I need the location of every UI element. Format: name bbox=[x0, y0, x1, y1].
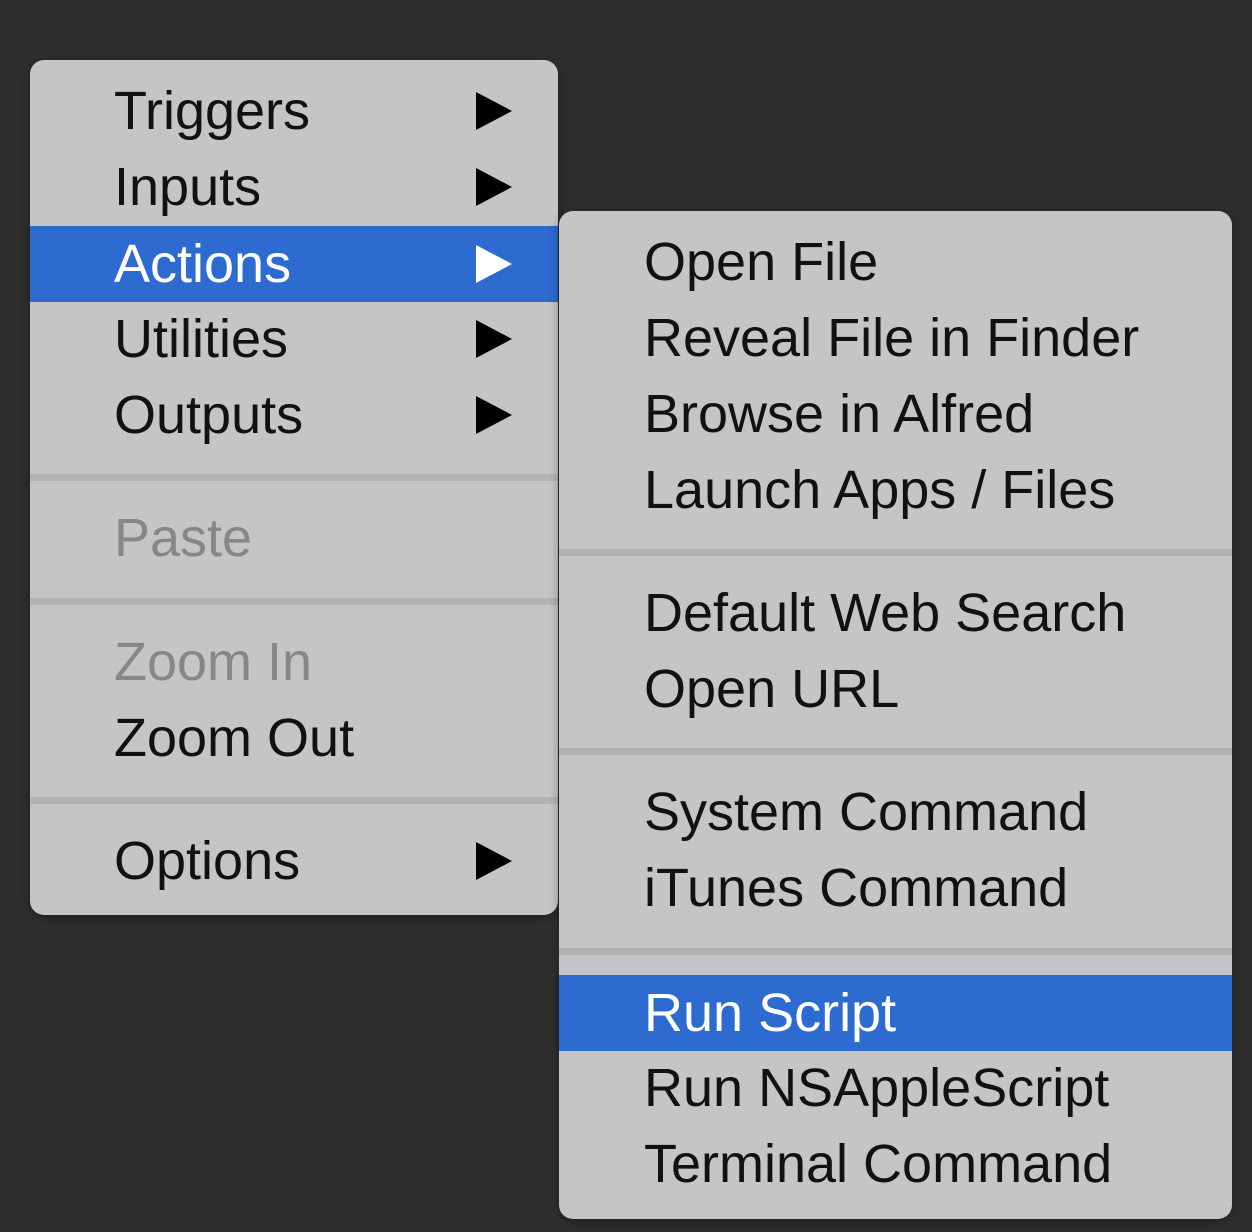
menu-item-system-command[interactable]: System Command bbox=[559, 774, 1232, 850]
menu-item-label: Actions bbox=[114, 234, 292, 294]
menu-item-actions[interactable]: Actions bbox=[30, 226, 558, 302]
menu-separator bbox=[30, 797, 558, 804]
menu-separator bbox=[559, 549, 1232, 556]
menu-separator bbox=[30, 474, 558, 481]
menu-item-inputs[interactable]: Inputs bbox=[30, 149, 558, 225]
menu-item-utilities[interactable]: Utilities bbox=[30, 301, 558, 377]
menu-item-outputs[interactable]: Outputs bbox=[30, 377, 558, 453]
menu-item-label: Run Script bbox=[644, 983, 897, 1043]
menu-item-label: Reveal File in Finder bbox=[644, 308, 1140, 368]
menu-separator bbox=[559, 948, 1232, 955]
menu-item-label: Zoom Out bbox=[114, 708, 355, 768]
menu-item-browse-in-alfred[interactable]: Browse in Alfred bbox=[559, 376, 1232, 452]
submenu-arrow-icon bbox=[476, 226, 516, 302]
menu-separator bbox=[559, 748, 1232, 755]
menu-item-label: Launch Apps / Files bbox=[644, 460, 1116, 520]
menu-item-terminal-command[interactable]: Terminal Command bbox=[559, 1126, 1232, 1202]
menu-separator bbox=[30, 598, 558, 605]
menu-item-itunes-command[interactable]: iTunes Command bbox=[559, 850, 1232, 926]
menu-item-label: System Command bbox=[644, 782, 1089, 842]
menu-item-reveal-file-in-finder[interactable]: Reveal File in Finder bbox=[559, 300, 1232, 376]
actions-submenu: Open File Reveal File in Finder Browse i… bbox=[559, 211, 1232, 1219]
menu-item-label: Utilities bbox=[114, 309, 289, 369]
submenu-arrow-icon bbox=[476, 377, 516, 453]
menu-item-options[interactable]: Options bbox=[30, 823, 558, 899]
menu-item-triggers[interactable]: Triggers bbox=[30, 73, 558, 149]
menu-item-run-nsapplescript[interactable]: Run NSAppleScript bbox=[559, 1050, 1232, 1126]
menu-item-label: Zoom In bbox=[114, 632, 313, 692]
menu-item-label: Paste bbox=[114, 508, 253, 568]
context-menu: Triggers Inputs Actions Utilities Output… bbox=[30, 60, 558, 915]
menu-item-label: Triggers bbox=[114, 81, 311, 141]
submenu-arrow-icon bbox=[476, 823, 516, 899]
submenu-arrow-icon bbox=[476, 149, 516, 225]
menu-item-label: Run NSAppleScript bbox=[644, 1058, 1110, 1118]
menu-item-label: Options bbox=[114, 831, 301, 891]
menu-item-label: Outputs bbox=[114, 385, 304, 445]
menu-item-run-script[interactable]: Run Script bbox=[559, 975, 1232, 1051]
menu-item-open-url[interactable]: Open URL bbox=[559, 651, 1232, 727]
submenu-arrow-icon bbox=[476, 301, 516, 377]
menu-item-zoom-out[interactable]: Zoom Out bbox=[30, 700, 558, 776]
submenu-arrow-icon bbox=[476, 73, 516, 149]
menu-item-open-file[interactable]: Open File bbox=[559, 224, 1232, 300]
menu-item-label: Open File bbox=[644, 232, 879, 292]
menu-item-label: Open URL bbox=[644, 659, 900, 719]
menu-item-zoom-in: Zoom In bbox=[30, 624, 558, 700]
menu-item-label: Terminal Command bbox=[644, 1134, 1113, 1194]
menu-item-label: Inputs bbox=[114, 157, 262, 217]
menu-item-label: Browse in Alfred bbox=[644, 384, 1035, 444]
menu-item-launch-apps-files[interactable]: Launch Apps / Files bbox=[559, 452, 1232, 528]
menu-item-label: iTunes Command bbox=[644, 858, 1069, 918]
menu-item-paste: Paste bbox=[30, 500, 558, 576]
menu-item-label: Default Web Search bbox=[644, 583, 1127, 643]
menu-item-default-web-search[interactable]: Default Web Search bbox=[559, 575, 1232, 651]
